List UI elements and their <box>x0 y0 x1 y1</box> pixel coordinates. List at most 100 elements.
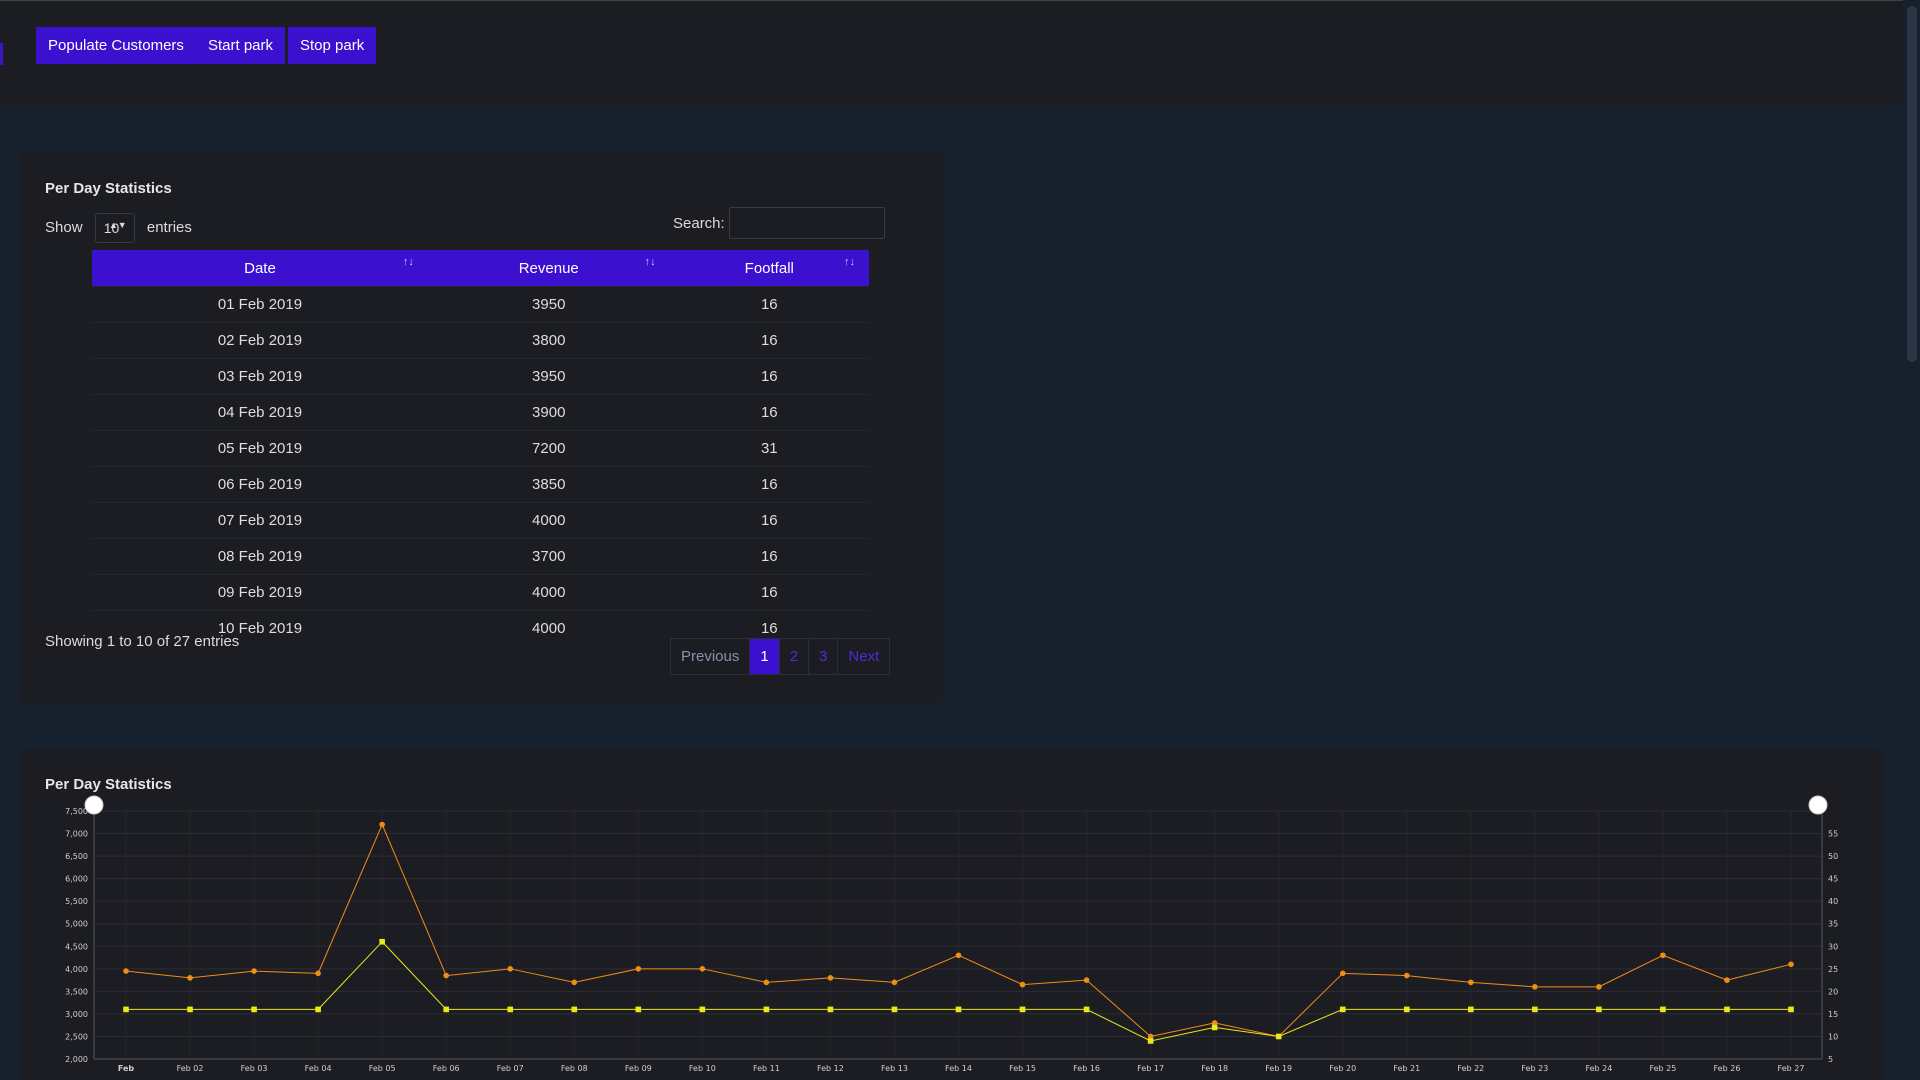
scrollbar-thumb[interactable] <box>1907 6 1917 362</box>
y-right-tick-label: 15 <box>1828 1010 1838 1019</box>
data-point <box>955 1006 962 1013</box>
footfall-cell: 16 <box>669 502 869 539</box>
revenue-cell: 3850 <box>427 466 670 503</box>
table-info: Showing 1 to 10 of 27 entries <box>45 633 240 650</box>
revenue-cell: 4000 <box>427 574 670 611</box>
data-point <box>1660 1006 1666 1013</box>
date-cell: 06 Feb 2019 <box>92 466 428 503</box>
table-row: 05 Feb 2019 7200 31 <box>92 430 869 467</box>
data-point <box>635 1006 642 1013</box>
revenue-cell: 3950 <box>427 358 670 395</box>
y-right-tick-label: 5 <box>1828 1055 1833 1064</box>
date-cell: 07 Feb 2019 <box>92 502 428 539</box>
search-label: Search: <box>673 215 725 232</box>
y-right-tick-label: 35 <box>1828 920 1838 929</box>
x-tick-label: Feb 25 <box>1649 1064 1676 1073</box>
data-point <box>1468 979 1474 986</box>
revenue-cell: 3800 <box>427 322 670 359</box>
data-point <box>1532 1006 1538 1013</box>
data-point <box>1788 961 1794 968</box>
y-left-tick-label: 3,000 <box>65 1010 88 1019</box>
y-right-tick-label: 25 <box>1828 965 1838 974</box>
footfall-cell: 31 <box>669 430 869 467</box>
populate-customers-button[interactable]: Populate Customers <box>36 27 196 64</box>
y-left-tick-label: 7,500 <box>65 807 88 816</box>
table-row: 07 Feb 2019 4000 16 <box>92 502 869 539</box>
column-header-revenue[interactable]: Revenue ↑↓ <box>427 250 670 287</box>
column-header-date[interactable]: Date ↑↓ <box>92 250 428 287</box>
revenue-cell: 3900 <box>427 394 670 431</box>
data-point <box>1724 1006 1730 1013</box>
data-point <box>123 968 129 974</box>
table-panel-title: Per Day Statistics <box>45 180 172 197</box>
table-row: 09 Feb 2019 4000 16 <box>92 574 869 611</box>
revenue-cell: 4000 <box>427 502 670 539</box>
data-point <box>891 979 898 986</box>
data-point <box>507 1006 514 1013</box>
data-point <box>379 938 385 945</box>
sort-ascending-icon: ↑↓ <box>402 256 414 268</box>
footfall-cell: 16 <box>669 538 869 575</box>
start-park-button[interactable]: Start park <box>196 27 286 64</box>
x-tick-label: Feb 27 <box>1778 1064 1805 1073</box>
entries-select[interactable]: 10 ▲▼ <box>94 213 135 243</box>
footfall-cell: 16 <box>669 286 869 323</box>
data-point <box>827 1006 834 1013</box>
y-left-tick-label: 5,000 <box>65 920 88 929</box>
y-left-tick-label: 3,500 <box>65 987 88 996</box>
x-tick-label: Feb 17 <box>1137 1064 1164 1073</box>
data-point <box>891 1006 898 1013</box>
table-row: 04 Feb 2019 3900 16 <box>92 394 869 431</box>
page-scrollbar[interactable] <box>1903 0 1920 1080</box>
data-point <box>1596 1006 1602 1013</box>
x-tick-label: Feb 09 <box>625 1064 652 1073</box>
stop-park-button[interactable]: Stop park <box>288 27 377 64</box>
y-left-tick-label: 5,500 <box>65 897 88 906</box>
data-point <box>763 979 770 986</box>
sidebar-toggle-stub[interactable] <box>0 43 3 65</box>
search-input[interactable] <box>729 207 885 239</box>
revenue-cell: 4000 <box>427 610 670 646</box>
data-point <box>1403 972 1410 979</box>
pagination-page-3[interactable]: 3 <box>808 638 839 675</box>
footfall-cell: 16 <box>669 466 869 503</box>
data-point <box>443 1006 449 1013</box>
data-point <box>251 968 257 974</box>
data-point <box>123 1006 129 1013</box>
y-right-tick-label: 40 <box>1828 897 1838 906</box>
date-cell: 09 Feb 2019 <box>92 574 428 611</box>
data-point <box>1019 981 1026 988</box>
pagination-previous[interactable]: Previous <box>670 638 751 675</box>
select-arrows-icon: ▲▼ <box>108 220 127 230</box>
revenue-cell: 3950 <box>427 286 670 323</box>
column-header-footfall[interactable]: Footfall ↑↓ <box>669 250 869 287</box>
pagination-page-2[interactable]: 2 <box>778 638 810 675</box>
zoom-handle-right[interactable] <box>1808 795 1828 815</box>
data-point <box>763 1006 770 1013</box>
sort-icon: ↑↓ <box>644 256 656 268</box>
y-right-tick-label: 10 <box>1828 1032 1838 1041</box>
data-point <box>1019 1006 1026 1013</box>
y-left-tick-label: 2,000 <box>65 1055 88 1064</box>
data-point <box>699 966 706 972</box>
x-tick-label: Feb 04 <box>305 1064 332 1073</box>
x-tick-label: Feb 24 <box>1585 1064 1612 1073</box>
data-point <box>1532 984 1538 990</box>
pagination-next[interactable]: Next <box>837 638 891 675</box>
x-tick-label: Feb 13 <box>881 1064 908 1073</box>
data-point <box>1275 1033 1282 1040</box>
data-point <box>1083 1006 1090 1013</box>
pagination-page-1[interactable]: 1 <box>749 638 780 675</box>
y-right-tick-label: 45 <box>1828 875 1838 884</box>
y-left-tick-label: 6,000 <box>65 875 88 884</box>
date-cell: 05 Feb 2019 <box>92 430 428 467</box>
table-row: 03 Feb 2019 3950 16 <box>92 358 869 395</box>
y-left-tick-label: 6,500 <box>65 852 88 861</box>
y-left-tick-label: 4,000 <box>65 965 88 974</box>
x-tick-label: Feb <box>118 1064 135 1073</box>
data-point <box>1403 1006 1410 1013</box>
y-right-tick-label: 55 <box>1828 830 1838 839</box>
x-tick-label: Feb 23 <box>1521 1064 1548 1073</box>
zoom-handle-left[interactable] <box>84 795 104 815</box>
top-bar: Populate Customers Start park Stop park <box>0 0 1903 106</box>
